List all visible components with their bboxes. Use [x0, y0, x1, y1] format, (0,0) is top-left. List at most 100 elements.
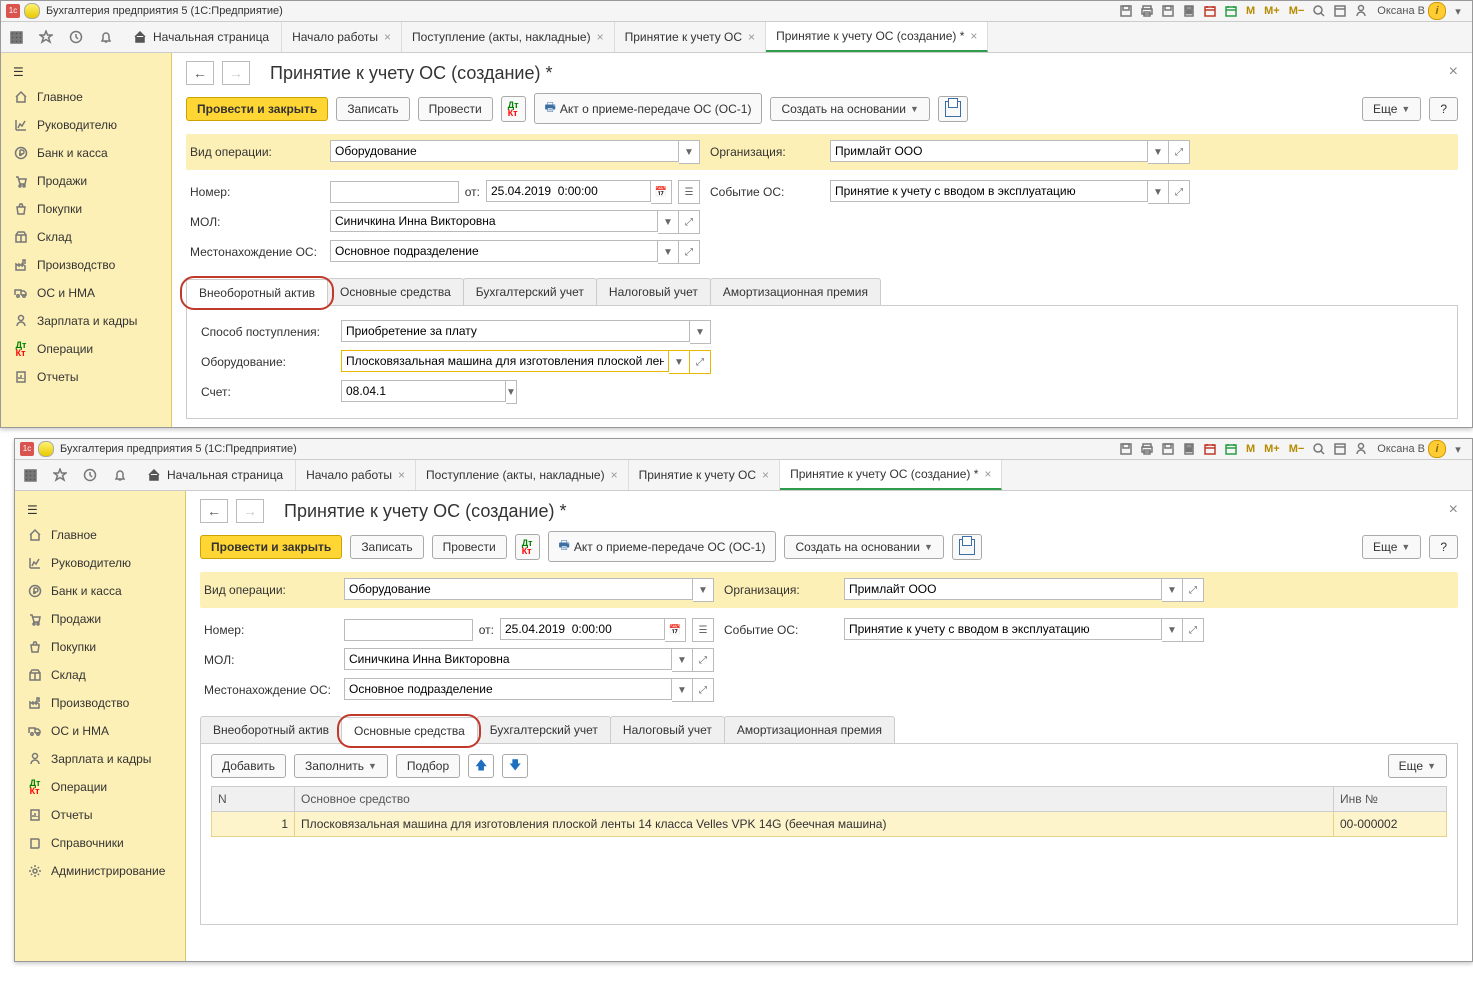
table-row[interactable]: 1 Плосковязальная машина для изготовлени… — [212, 812, 1447, 837]
dropdown-icon[interactable]: ▼ — [1162, 618, 1183, 642]
receipt-method-field[interactable]: ▼ — [341, 320, 711, 344]
inner-tab-depreciation[interactable]: Амортизационная премия — [710, 278, 881, 305]
org-input[interactable] — [844, 578, 1162, 600]
inner-tab-depreciation[interactable]: Амортизационная премия — [724, 716, 895, 743]
info-icon[interactable]: i — [1428, 2, 1446, 20]
open-icon[interactable]: ⤢ — [693, 678, 714, 702]
sidebar-item-assets[interactable]: ОС и НМА — [15, 717, 185, 745]
location-field[interactable]: ▼ ⤢ — [344, 678, 714, 702]
post-and-close-button[interactable]: Провести и закрыть — [186, 97, 328, 121]
apps-grid-icon[interactable] — [1, 22, 31, 52]
sidebar-item-reports[interactable]: Отчеты — [1, 363, 171, 391]
sidebar-item-assets[interactable]: ОС и НМА — [1, 279, 171, 307]
dropdown-icon[interactable]: ▼ — [658, 210, 679, 234]
number-input[interactable] — [330, 181, 459, 203]
print-icon[interactable] — [1138, 2, 1156, 20]
doc-icon[interactable] — [1159, 440, 1177, 458]
op-type-input[interactable] — [344, 578, 693, 600]
date-input[interactable] — [500, 618, 665, 640]
sidebar-item-reports[interactable]: Отчеты — [15, 801, 185, 829]
notifications-icon[interactable] — [105, 460, 135, 490]
history-icon[interactable] — [61, 22, 91, 52]
inner-tab-assets[interactable]: Основные средства — [327, 278, 464, 305]
help-button[interactable]: ? — [1429, 535, 1458, 559]
tab-asset-accept[interactable]: Принятие к учету ОС× — [615, 22, 766, 52]
doc-icon[interactable] — [1159, 2, 1177, 20]
tab-start[interactable]: Начало работы× — [296, 460, 416, 490]
save-icon[interactable] — [1117, 440, 1135, 458]
inner-tab-accounting[interactable]: Бухгалтерский учет — [477, 716, 611, 743]
inner-tab-tax[interactable]: Налоговый учет — [610, 716, 725, 743]
apps-grid-icon[interactable] — [15, 460, 45, 490]
related-button[interactable] — [952, 534, 982, 560]
location-input[interactable] — [330, 240, 658, 262]
save-icon[interactable] — [1117, 2, 1135, 20]
calendar-icon[interactable] — [1201, 440, 1219, 458]
more-button[interactable]: Еще▼ — [1362, 535, 1421, 559]
sidebar-item-main[interactable]: Главное — [15, 521, 185, 549]
dropdown-icon[interactable]: ▼ — [672, 648, 693, 672]
add-button[interactable]: Добавить — [211, 754, 286, 778]
event-input[interactable] — [844, 618, 1162, 640]
sidebar-item-admin[interactable]: Администрирование — [15, 857, 185, 885]
dropdown-icon[interactable]: ▼ — [693, 578, 714, 602]
info-icon[interactable]: i — [1428, 440, 1446, 458]
tab-start[interactable]: Начало работы× — [282, 22, 402, 52]
tab-asset-accept-create[interactable]: Принятие к учету ОС (создание) *× — [780, 460, 1002, 490]
sidebar-item-purchases[interactable]: Покупки — [15, 633, 185, 661]
search-icon[interactable] — [1310, 2, 1328, 20]
select-button[interactable]: Подбор — [396, 754, 460, 778]
m-plus-button[interactable]: M+ — [1261, 2, 1283, 20]
close-icon[interactable]: × — [762, 468, 769, 482]
sidebar-item-bank[interactable]: Банк и касса — [15, 577, 185, 605]
more-button[interactable]: Еще▼ — [1362, 97, 1421, 121]
calc-icon[interactable] — [1180, 2, 1198, 20]
close-icon[interactable]: × — [384, 30, 391, 44]
close-page-icon[interactable]: × — [1449, 63, 1458, 81]
dropdown-icon[interactable] — [24, 3, 40, 19]
dropdown-icon[interactable] — [38, 441, 54, 457]
calendar-icon[interactable] — [1201, 2, 1219, 20]
close-icon[interactable]: × — [597, 30, 604, 44]
sidebar-item-operations[interactable]: ДтКтОперации — [15, 773, 185, 801]
location-input[interactable] — [344, 678, 672, 700]
equipment-input[interactable] — [341, 350, 669, 372]
event-input[interactable] — [830, 180, 1148, 202]
tab-receipts[interactable]: Поступление (акты, накладные)× — [416, 460, 629, 490]
windows-icon[interactable] — [1331, 2, 1349, 20]
close-icon[interactable]: × — [970, 29, 977, 43]
sidebar-item-sales[interactable]: Продажи — [15, 605, 185, 633]
col-inv[interactable]: Инв № — [1334, 787, 1447, 812]
m-plus-button[interactable]: M+ — [1261, 440, 1283, 458]
open-icon[interactable]: ⤢ — [693, 648, 714, 672]
menu-caret-icon[interactable]: ▾ — [1449, 440, 1467, 458]
event-field[interactable]: ▼ ⤢ — [844, 618, 1204, 642]
equipment-field[interactable]: ▼ ⤢ — [341, 350, 711, 374]
move-up-button[interactable]: 🡅 — [468, 754, 494, 778]
extra-icon[interactable]: ☰ — [692, 618, 714, 642]
close-icon[interactable]: × — [611, 468, 618, 482]
dropdown-icon[interactable]: ▼ — [669, 350, 690, 374]
mol-input[interactable] — [344, 648, 672, 670]
inner-tab-noncurrent[interactable]: Внеоборотный актив — [186, 279, 328, 306]
inner-tab-tax[interactable]: Налоговый учет — [596, 278, 711, 305]
mol-field[interactable]: ▼ ⤢ — [344, 648, 714, 672]
calendar-icon[interactable]: 📅 — [651, 180, 672, 204]
close-page-icon[interactable]: × — [1449, 501, 1458, 519]
dtkt-button[interactable]: ДтКт — [501, 96, 526, 122]
nav-back-button[interactable]: ← — [200, 499, 228, 523]
favorites-icon[interactable] — [31, 22, 61, 52]
sidebar-item-sales[interactable]: Продажи — [1, 167, 171, 195]
cell-inv[interactable]: 00-000002 — [1334, 812, 1447, 837]
help-button[interactable]: ? — [1429, 97, 1458, 121]
sidebar-item-catalogs[interactable]: Справочники — [15, 829, 185, 857]
event-field[interactable]: ▼ ⤢ — [830, 180, 1190, 204]
inner-tab-accounting[interactable]: Бухгалтерский учет — [463, 278, 597, 305]
open-icon[interactable]: ⤢ — [679, 210, 700, 234]
col-n[interactable]: N — [212, 787, 295, 812]
receipt-method-input[interactable] — [341, 320, 690, 342]
related-button[interactable] — [938, 96, 968, 122]
post-button[interactable]: Провести — [432, 535, 507, 559]
open-icon[interactable]: ⤢ — [1183, 618, 1204, 642]
sidebar-item-salary[interactable]: Зарплата и кадры — [15, 745, 185, 773]
